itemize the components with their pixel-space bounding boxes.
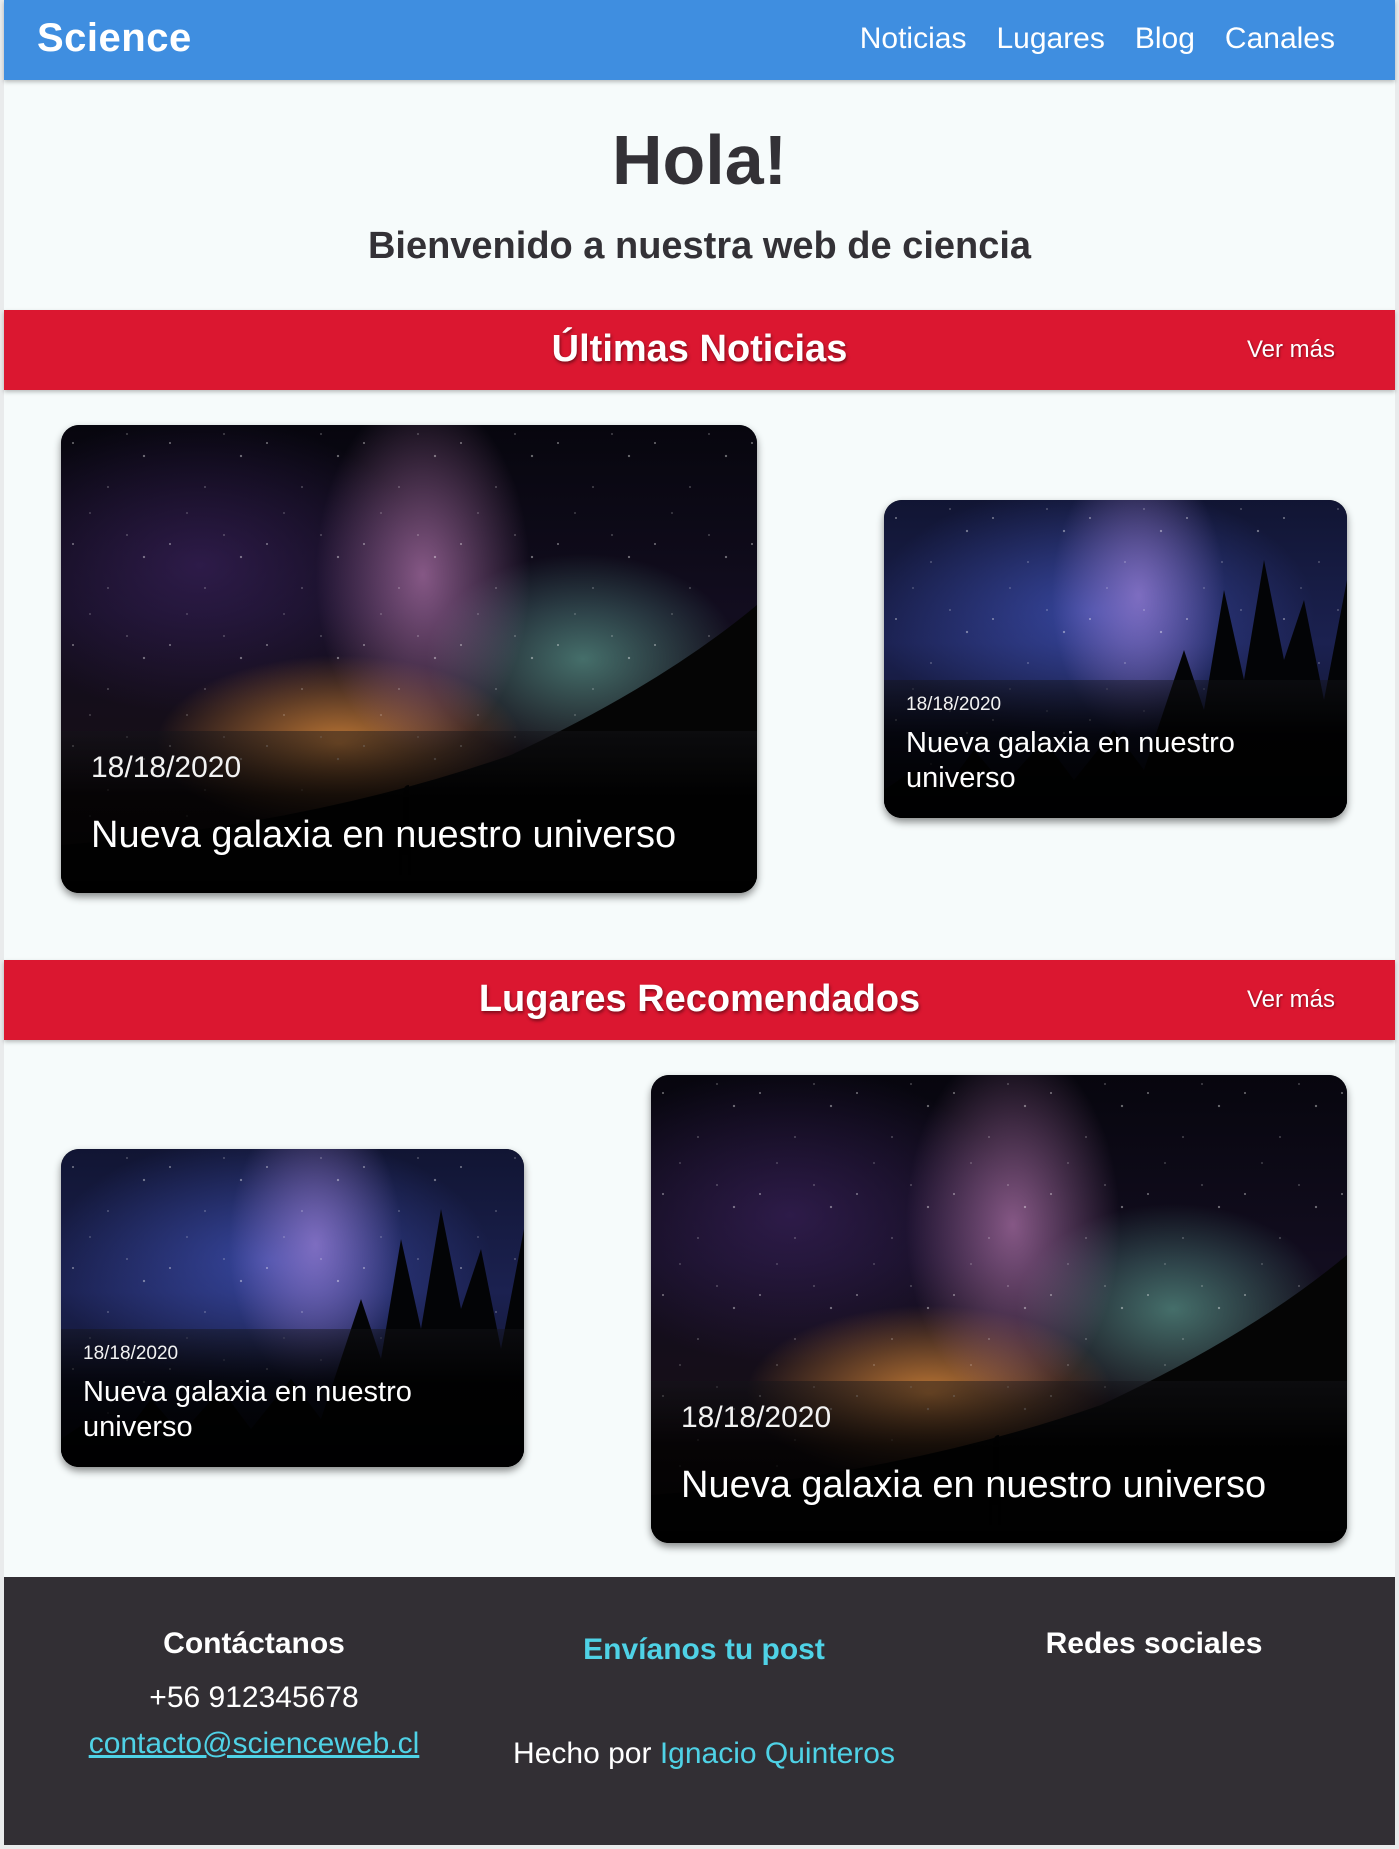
news-card-small[interactable]: 18/18/2020 Nueva galaxia en nuestro univ… [884,500,1347,818]
navbar: Science Noticias Lugares Blog Canales [4,0,1395,80]
nav-link-lugares[interactable]: Lugares [996,22,1104,56]
places-section-title: Lugares Recomendados [478,978,921,1020]
footer-post: Envíanos tu post Hecho por Ignacio Quint… [484,1633,924,1771]
places-section-header: Lugares Recomendados Ver más [4,960,1395,1040]
author-link[interactable]: Ignacio Quinteros [660,1737,895,1770]
place-card-small[interactable]: 18/18/2020 Nueva galaxia en nuestro univ… [61,1149,524,1467]
footer: Contáctanos +56 912345678 contacto@scien… [4,1577,1395,1845]
send-post-link[interactable]: Envíanos tu post [484,1633,924,1667]
card-title: Nueva galaxia en nuestro universo [906,727,1235,794]
footer-contact: Contáctanos +56 912345678 contacto@scien… [44,1627,464,1761]
page: Science Noticias Lugares Blog Canales Ho… [4,0,1395,1845]
card-date: 18/18/2020 [91,751,242,784]
card-title: Nueva galaxia en nuestro universo [91,814,677,856]
nav-link-canales[interactable]: Canales [1225,22,1335,56]
hero-subtitle: Bienvenido a nuestra web de ciencia [367,225,1032,267]
news-see-more-link[interactable]: Ver más [1247,336,1335,364]
place-card-large[interactable]: 18/18/2020 Nueva galaxia en nuestro univ… [651,1075,1347,1543]
brand-logo[interactable]: Science [37,16,192,61]
made-by: Hecho por Ignacio Quinteros [484,1737,924,1771]
made-by-prefix: Hecho por [513,1737,652,1770]
contact-heading: Contáctanos [163,1627,345,1660]
news-section-header: Últimas Noticias Ver más [4,310,1395,390]
news-section-title: Últimas Noticias [551,328,848,370]
nav-links: Noticias Lugares Blog Canales [860,22,1335,56]
nav-link-noticias[interactable]: Noticias [860,22,967,56]
card-title: Nueva galaxia en nuestro universo [681,1464,1267,1506]
hero-title: Hola! [612,121,787,199]
contact-phone: +56 912345678 [149,1681,359,1714]
social-heading: Redes sociales [1045,1627,1263,1660]
footer-social: Redes sociales [944,1627,1364,1661]
news-card-large[interactable]: 18/18/2020 Nueva galaxia en nuestro univ… [61,425,757,893]
card-date: 18/18/2020 [681,1401,832,1434]
card-title: Nueva galaxia en nuestro universo [83,1376,412,1443]
places-see-more-link[interactable]: Ver más [1247,986,1335,1014]
contact-email-link[interactable]: contacto@scienceweb.cl [89,1727,420,1761]
nav-link-blog[interactable]: Blog [1135,22,1195,56]
card-date: 18/18/2020 [906,694,1002,715]
card-date: 18/18/2020 [83,1343,179,1364]
